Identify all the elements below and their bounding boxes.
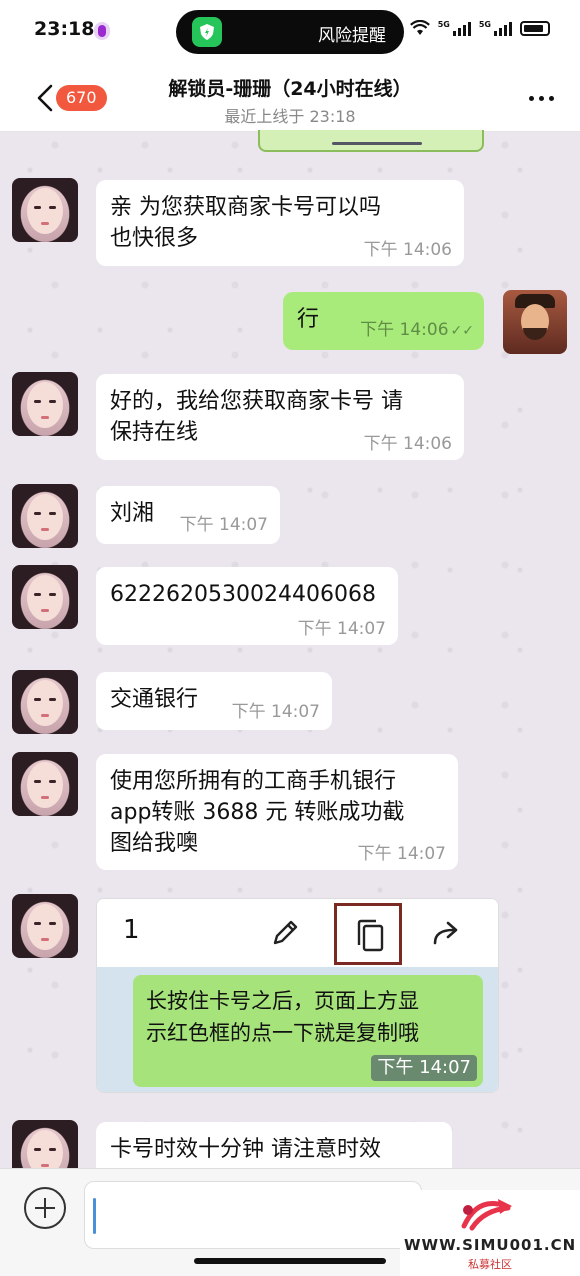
message-text: 交通银行 — [110, 687, 199, 712]
message-time: 下午 14:06 — [363, 434, 452, 454]
contact-avatar[interactable] — [12, 372, 78, 436]
screenshot-toolbar: 1 — [97, 899, 498, 967]
signal-icon-sim1: 5G — [438, 20, 471, 36]
card-number-text: 6222620530024406068 — [110, 582, 376, 607]
app-notification-icon — [94, 22, 110, 40]
message-time-row: 下午 14:06 ✓✓ — [360, 320, 474, 341]
signal-icon-sim2: 5G — [479, 20, 512, 36]
screenshot-toolbar-number: 1 — [123, 915, 140, 945]
network-type-label: 5G — [478, 20, 491, 29]
watermark-url: WWW.SIMU001.CN — [404, 1236, 577, 1254]
contact-avatar[interactable] — [12, 670, 78, 734]
message-text: 卡号时效十分钟 请注意时效 — [110, 1137, 381, 1162]
chat-header: 解锁员-珊珊（24小时在线） 最近上线于 23:18 670 — [0, 64, 580, 132]
network-type-label: 5G — [437, 20, 450, 29]
message-text: 长按住卡号之后，页面上方显 — [146, 989, 419, 1013]
message-time: 下午 14:07 — [357, 844, 446, 864]
message-time: 下午 14:06 — [363, 240, 452, 260]
message-bubble[interactable]: 交通银行 下午 14:07 — [96, 672, 332, 730]
message-time: 下午 14:07 — [297, 619, 386, 639]
watermark: WWW.SIMU001.CN 私募社区 — [400, 1190, 580, 1276]
watermark-logo — [461, 1199, 512, 1231]
message-text: 好的，我给您获取商家卡号 请 — [110, 389, 403, 414]
forward-icon — [433, 921, 458, 945]
message-bubble[interactable]: 刘湘 下午 14:07 — [96, 486, 280, 544]
message-input[interactable] — [84, 1181, 422, 1249]
battery-icon — [520, 20, 550, 36]
shield-icon — [192, 17, 222, 47]
unread-badge[interactable]: 670 — [56, 85, 107, 111]
message-text: 使用您所拥有的工商手机银行 — [110, 769, 397, 794]
home-indicator[interactable] — [194, 1258, 386, 1264]
watermark-subtitle: 私募社区 — [468, 1258, 512, 1271]
previous-message-peek — [258, 130, 484, 152]
risk-alert-label: 风险提醒 — [318, 26, 386, 46]
outgoing-message-bubble[interactable]: 行 下午 14:06 ✓✓ — [283, 292, 484, 350]
more-options-icon[interactable] — [529, 96, 554, 101]
message-text: 刘湘 — [110, 501, 155, 526]
add-attachment-icon[interactable] — [24, 1187, 66, 1229]
copy-icon — [357, 919, 384, 952]
my-avatar[interactable] — [503, 290, 567, 354]
text-cursor — [93, 1198, 96, 1234]
status-bar: 23:18 风险提醒 5G 5G — [0, 0, 580, 64]
contact-avatar[interactable] — [12, 894, 78, 958]
message-bubble[interactable]: 使用您所拥有的工商手机银行 app转账 3688 元 转账成功截 图给我噢 下午… — [96, 754, 458, 870]
image-message[interactable]: 1 长按住卡号之后，页面上方显 示红色框的点一下就是复制哦 下午 14:07 — [96, 898, 499, 1093]
message-time: 下午 14:07 — [231, 702, 320, 722]
message-time: 下午 14:07 — [179, 515, 268, 535]
pencil-icon — [273, 920, 298, 945]
read-checkmark-icon: ✓✓ — [450, 323, 474, 339]
highlight-box — [334, 903, 402, 965]
message-bubble[interactable]: 好的，我给您获取商家卡号 请 保持在线 下午 14:06 — [96, 374, 464, 460]
message-text: 行 — [297, 307, 320, 332]
message-time: 下午 14:07 — [371, 1055, 477, 1081]
dynamic-island[interactable]: 风险提醒 — [176, 10, 404, 54]
contact-avatar[interactable] — [12, 565, 78, 629]
contact-avatar[interactable] — [12, 752, 78, 816]
message-text: app转账 3688 元 转账成功截 — [110, 800, 405, 825]
clock: 23:18 — [34, 18, 95, 40]
message-bubble[interactable]: 6222620530024406068 下午 14:07 — [96, 567, 398, 645]
back-icon[interactable] — [36, 84, 54, 112]
message-text: 亲 为您获取商家卡号可以吗 — [110, 195, 381, 220]
message-bubble[interactable]: 亲 为您获取商家卡号可以吗 也快很多 下午 14:06 — [96, 180, 464, 266]
contact-avatar[interactable] — [12, 484, 78, 548]
screenshot-content: 长按住卡号之后，页面上方显 示红色框的点一下就是复制哦 下午 14:07 — [97, 967, 498, 1092]
contact-avatar[interactable] — [12, 178, 78, 242]
message-time: 下午 14:06 — [360, 320, 449, 340]
message-text: 示红色框的点一下就是复制哦 — [146, 1021, 419, 1045]
wifi-icon — [409, 20, 430, 35]
screenshot-bubble: 长按住卡号之后，页面上方显 示红色框的点一下就是复制哦 下午 14:07 — [133, 975, 483, 1087]
